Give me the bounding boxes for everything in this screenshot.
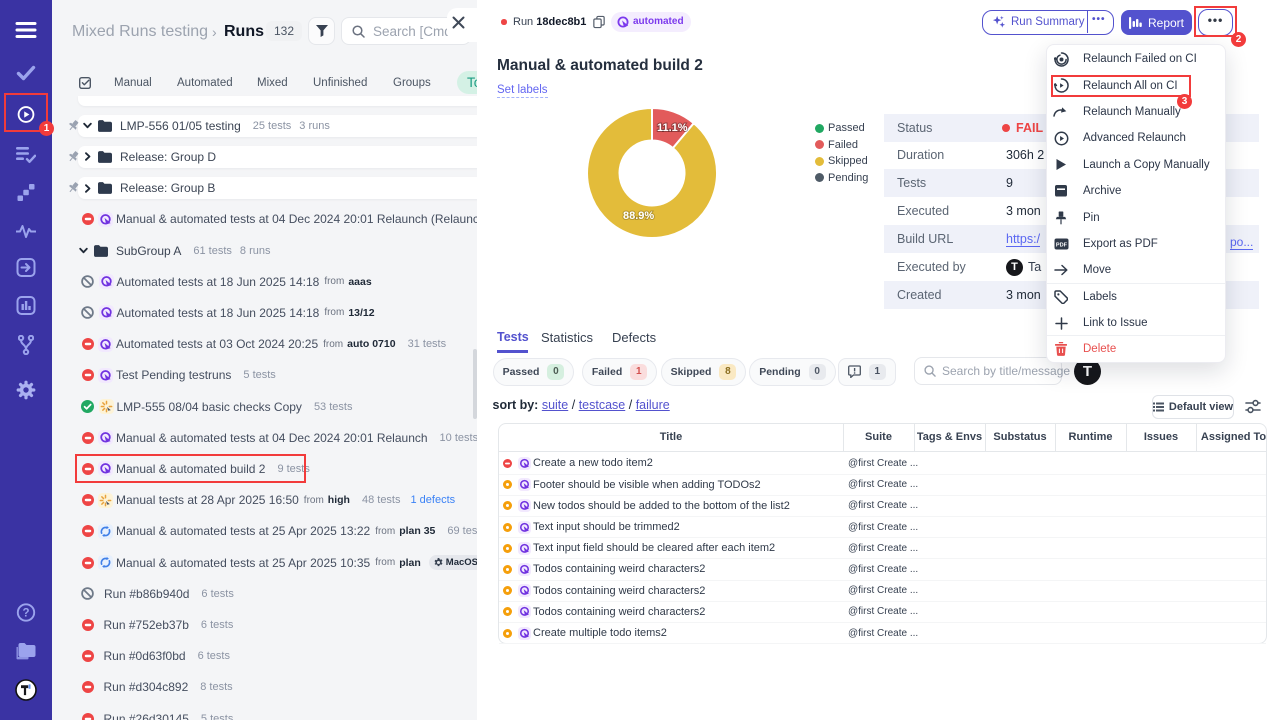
svg-text:11.1%: 11.1% (657, 122, 688, 134)
svg-text:88.9%: 88.9% (623, 210, 654, 222)
svg-text:PDF: PDF (1055, 243, 1067, 249)
svg-text:?: ? (22, 608, 29, 620)
